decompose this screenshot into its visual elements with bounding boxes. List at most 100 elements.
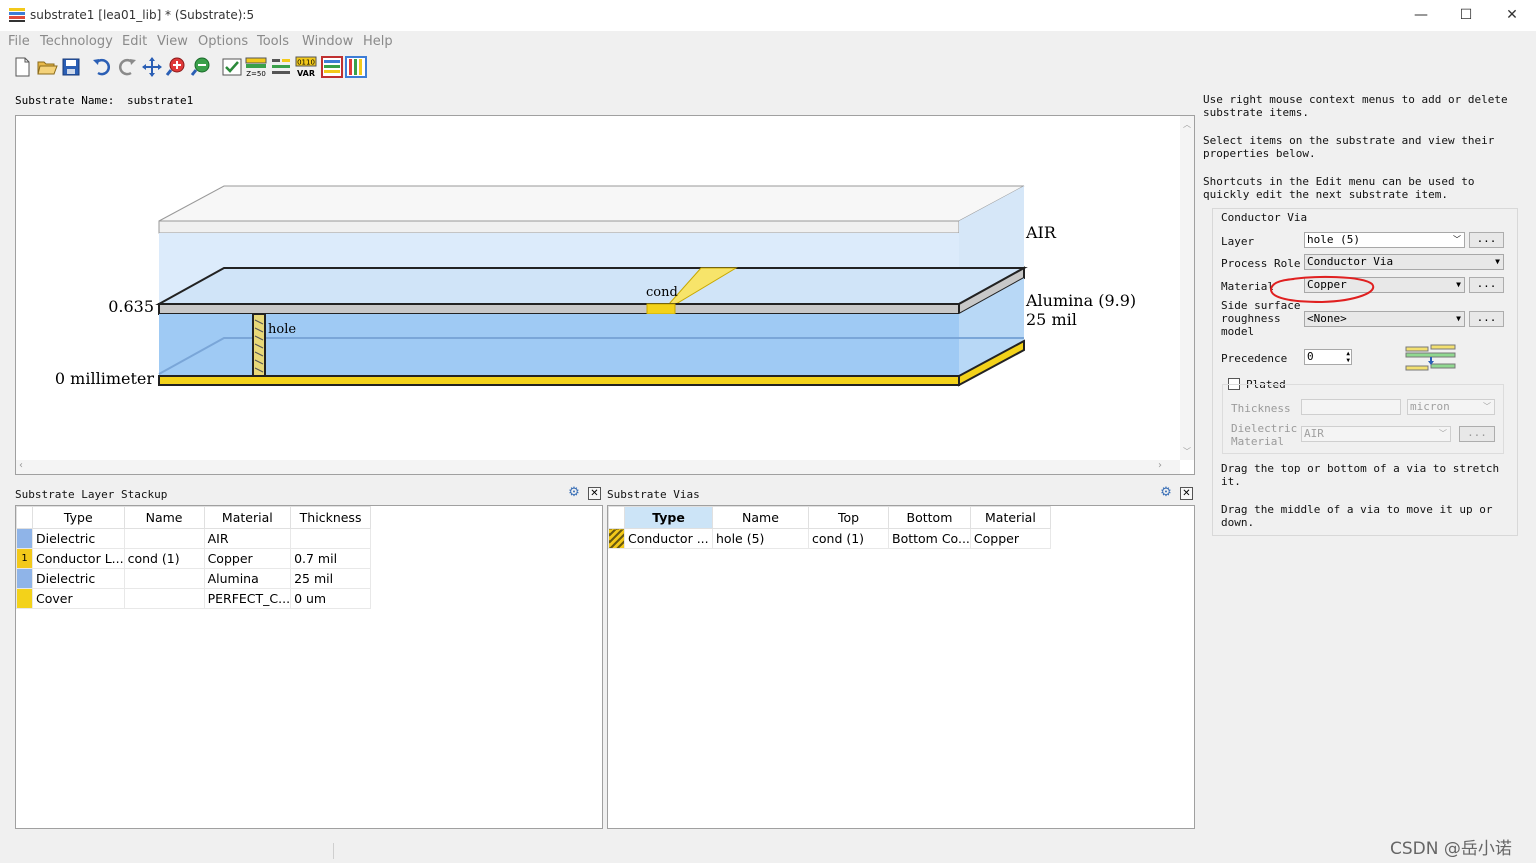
thickness-input[interactable] <box>1301 399 1401 415</box>
layer-thickness[interactable]: 0.7 mil <box>290 548 372 569</box>
layer-material[interactable]: PERFECT_C... <box>203 588 292 609</box>
dielectric-browse-button[interactable]: ... <box>1459 426 1495 442</box>
substrate-3d-drawing[interactable]: AIR Alumina (9.9) 25 mil 0.635 0 millime… <box>16 116 1180 460</box>
move-icon[interactable] <box>141 56 163 78</box>
scroll-left-icon[interactable]: ‹ <box>19 460 23 471</box>
layer-material[interactable]: Alumina <box>203 568 292 589</box>
view-horizontal-scrollbar[interactable]: ‹ › <box>16 460 1180 474</box>
via-bottom[interactable]: Bottom Co... <box>888 528 971 549</box>
vias-header-row: Type Name Top Bottom Material <box>608 506 1051 529</box>
stackup-close-icon[interactable]: ✕ <box>588 487 601 500</box>
layer-name[interactable] <box>123 528 205 549</box>
table-row[interactable]: Dielectric AIR <box>16 528 372 549</box>
menu-window[interactable]: Window <box>302 34 353 49</box>
layer-type[interactable]: Conductor L... <box>32 548 125 569</box>
vias-settings-gear-icon[interactable]: ⚙ <box>1159 486 1173 500</box>
table-row[interactable]: Cover PERFECT_C... 0 um <box>16 588 372 609</box>
stackup-swatch-header <box>16 506 33 529</box>
layer-browse-button[interactable]: ... <box>1469 232 1504 248</box>
layer-name[interactable]: cond (1) <box>123 548 205 569</box>
dielectric-label-line1: Dielectric <box>1231 422 1298 435</box>
via-top[interactable]: cond (1) <box>808 528 889 549</box>
stack-vertical-icon[interactable] <box>345 56 367 78</box>
layer-type[interactable]: Cover <box>32 588 125 609</box>
material-browse-button[interactable]: ... <box>1469 277 1504 293</box>
air-top-face <box>158 185 1025 222</box>
menu-help[interactable]: Help <box>363 34 393 49</box>
dielectric-material-select[interactable]: AIR ﹀ <box>1301 426 1451 442</box>
menu-file[interactable]: File <box>8 34 30 49</box>
thickness-unit-value: micron <box>1410 400 1450 413</box>
roughness-label-line3: model <box>1221 325 1255 338</box>
layer-material[interactable]: Copper <box>203 548 292 569</box>
scroll-up-icon[interactable]: ︿ <box>1183 119 1191 130</box>
via-material[interactable]: Copper <box>969 528 1051 549</box>
layer-name[interactable] <box>123 588 205 609</box>
check-icon[interactable] <box>221 56 243 78</box>
layer-name[interactable] <box>123 568 205 589</box>
undo-icon[interactable] <box>91 56 113 78</box>
menu-edit[interactable]: Edit <box>122 34 147 49</box>
stackup-header-type[interactable]: Type <box>32 506 125 529</box>
z50-label: Z=50 <box>246 70 266 78</box>
zoom-out-icon[interactable] <box>190 56 212 78</box>
new-file-icon[interactable] <box>11 56 33 78</box>
layer-type[interactable]: Dielectric <box>32 568 125 589</box>
redo-icon[interactable] <box>116 56 138 78</box>
close-button[interactable]: ✕ <box>1497 4 1527 26</box>
process-role-select[interactable]: Conductor Via ▼ <box>1304 254 1504 270</box>
var-icon[interactable]: 0110 VAR <box>295 56 317 78</box>
via-type[interactable]: Conductor ... <box>624 528 713 549</box>
stackup-header-thickness[interactable]: Thickness <box>290 506 372 529</box>
view-vertical-scrollbar[interactable]: ︿ ﹀ <box>1180 116 1194 460</box>
vias-header-material[interactable]: Material <box>969 506 1051 529</box>
roughness-select[interactable]: <None> ▼ <box>1304 311 1465 327</box>
menu-tools[interactable]: Tools <box>257 34 289 49</box>
vias-header-name[interactable]: Name <box>712 506 809 529</box>
layers-icon[interactable] <box>270 56 292 78</box>
spinner-arrows-icon[interactable]: ▲ ▼ <box>1346 350 1350 364</box>
minimize-button[interactable]: — <box>1406 4 1436 26</box>
table-row[interactable]: Dielectric Alumina 25 mil <box>16 568 372 589</box>
table-row[interactable]: Conductor ... hole (5) cond (1) Bottom C… <box>608 528 1051 549</box>
scroll-right-icon[interactable]: › <box>1158 460 1162 471</box>
via-name[interactable]: hole (5) <box>712 528 809 549</box>
maximize-button[interactable]: ☐ <box>1451 4 1481 26</box>
zoom-in-icon[interactable] <box>165 56 187 78</box>
layer-thickness[interactable]: 0 um <box>290 588 372 609</box>
triangle-down-icon: ▼ <box>1495 257 1500 266</box>
stack-horizontal-icon[interactable] <box>321 56 343 78</box>
layer-swatch <box>16 528 33 549</box>
height-bottom-label: 0 millimeter <box>55 369 154 388</box>
open-folder-icon[interactable] <box>36 56 58 78</box>
substrate-view[interactable]: AIR Alumina (9.9) 25 mil 0.635 0 millime… <box>15 115 1195 475</box>
menu-view[interactable]: View <box>157 34 188 49</box>
via-hole[interactable] <box>252 313 266 377</box>
conductor-plane-top <box>155 267 1028 305</box>
layer-thickness[interactable]: 25 mil <box>290 568 372 589</box>
vias-close-icon[interactable]: ✕ <box>1180 487 1193 500</box>
stackup-header-material[interactable]: Material <box>203 506 292 529</box>
save-icon[interactable] <box>60 56 82 78</box>
process-role-label: Process Role <box>1221 257 1301 270</box>
roughness-browse-button[interactable]: ... <box>1469 311 1504 327</box>
stackup-header-name[interactable]: Name <box>123 506 205 529</box>
menu-options[interactable]: Options <box>198 34 248 49</box>
vias-header-bottom[interactable]: Bottom <box>888 506 971 529</box>
thickness-unit-select[interactable]: micron ﹀ <box>1407 399 1495 415</box>
menu-technology[interactable]: Technology <box>40 34 113 49</box>
stackup-settings-gear-icon[interactable]: ⚙ <box>567 486 581 500</box>
z50-icon[interactable]: Z=50 <box>245 56 267 78</box>
alumina-label: Alumina (9.9) <box>1025 291 1136 310</box>
scroll-down-icon[interactable]: ﹀ <box>1183 446 1191 457</box>
vias-header-top[interactable]: Top <box>808 506 889 529</box>
cond-strip-front[interactable] <box>646 303 676 315</box>
layer-select[interactable]: hole (5) ﹀ <box>1304 232 1465 248</box>
layer-material[interactable]: AIR <box>203 528 292 549</box>
layer-type[interactable]: Dielectric <box>32 528 125 549</box>
table-row[interactable]: 1 Conductor L... cond (1) Copper 0.7 mil <box>16 548 372 569</box>
precedence-spinner[interactable]: 0 ▲ ▼ <box>1304 349 1352 365</box>
vias-header-type[interactable]: Type <box>624 506 713 529</box>
status-bar-divider <box>333 843 334 859</box>
layer-thickness[interactable] <box>290 528 372 549</box>
